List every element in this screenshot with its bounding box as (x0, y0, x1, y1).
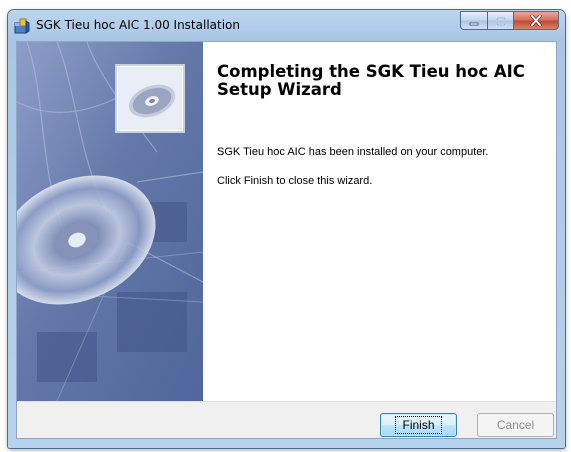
cancel-button[interactable]: Cancel (477, 413, 554, 437)
cd-disc-icon (117, 66, 183, 131)
finish-button-label: Finish (395, 416, 442, 434)
minimize-button[interactable] (460, 11, 487, 30)
maximize-button[interactable] (487, 11, 513, 30)
wizard-footer: Finish Cancel (17, 401, 556, 438)
title-bar[interactable]: SGK Tieu hoc AIC 1.00 Installation (8, 10, 565, 40)
installer-window: SGK Tieu hoc AIC 1.00 Installation Compl… (8, 10, 565, 448)
cancel-button-label: Cancel (496, 418, 535, 432)
maximize-icon (495, 11, 506, 30)
wizard-sidebar-image (17, 42, 203, 401)
wizard-client-area: Completing the SGK Tieu hoc AIC Setup Wi… (16, 41, 557, 439)
installed-message: SGK Tieu hoc AIC has been installed on y… (217, 146, 489, 158)
window-title: SGK Tieu hoc AIC 1.00 Installation (36, 18, 240, 32)
wizard-heading: Completing the SGK Tieu hoc AIC Setup Wi… (217, 62, 525, 99)
wizard-content: Completing the SGK Tieu hoc AIC Setup Wi… (203, 42, 556, 401)
finish-instruction: Click Finish to close this wizard. (217, 175, 373, 187)
close-button[interactable] (513, 11, 559, 30)
finish-button[interactable]: Finish (380, 413, 457, 437)
installer-box-icon (14, 18, 30, 34)
caption-buttons (460, 11, 559, 30)
minimize-icon (469, 11, 479, 30)
close-icon (530, 11, 542, 30)
